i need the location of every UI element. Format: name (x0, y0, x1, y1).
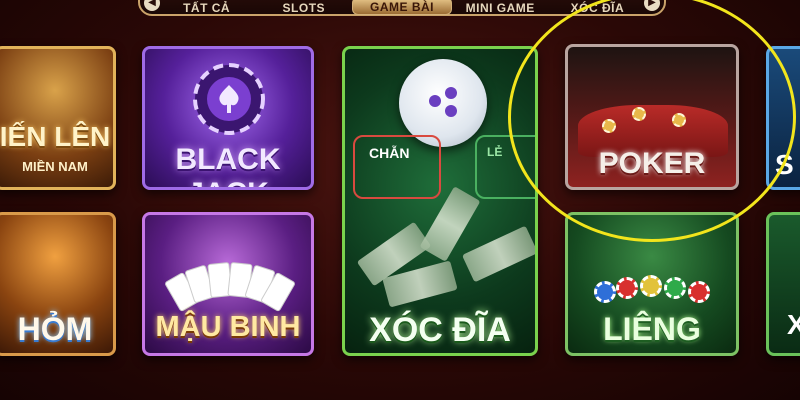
game-tile-poker[interactable]: POKER (565, 44, 739, 190)
bet-area-chan: CHẴN (353, 135, 441, 199)
game-title: HỎM (17, 311, 93, 347)
chip-stack-icon (594, 275, 714, 305)
game-tile-partial-right-bottom[interactable]: X (766, 212, 800, 356)
game-tile-xam[interactable]: HỎM (0, 212, 116, 356)
tab-game-bai[interactable]: GAME BÀI (352, 0, 452, 15)
game-tile-black-jack[interactable]: BLACK JACK (142, 46, 314, 190)
poker-chip-icon (193, 63, 265, 135)
game-title: MẬU BINH (155, 311, 301, 343)
chip-icon (672, 113, 686, 127)
tab-all[interactable]: TẤT CẢ (158, 0, 255, 15)
chip-icon (602, 119, 616, 133)
game-tile-partial-right-top[interactable]: S (766, 46, 800, 190)
bet-area-le: LẺ (475, 135, 535, 199)
game-title: LIÊNG (603, 311, 701, 347)
game-tile-xoc-dia[interactable]: CHẴN LẺ XÓC ĐĨA (342, 46, 538, 356)
game-title: BLACK JACK (175, 143, 281, 187)
tab-slots[interactable]: SLOTS (255, 0, 352, 15)
game-title: IẾN LÊN (0, 121, 111, 152)
playing-cards-icon (163, 261, 297, 313)
chip-icon (632, 107, 646, 121)
game-title: XÓC ĐĨA (369, 311, 511, 349)
game-title: POKER (598, 147, 706, 180)
game-title: X (787, 309, 800, 341)
tab-mini-game[interactable]: MINI GAME (452, 0, 549, 15)
money-bills-icon (355, 186, 535, 308)
game-title: S (775, 149, 794, 180)
chevron-right-icon[interactable]: ▶ (644, 0, 660, 11)
tab-xoc-dia[interactable]: XÓC ĐĨA (549, 0, 646, 15)
dice-bowl-icon (399, 59, 487, 147)
category-tab-bar: ◀ TẤT CẢ SLOTS GAME BÀI MINI GAME XÓC ĐĨ… (138, 0, 666, 16)
game-subtitle: MIỀN NAM (22, 159, 88, 174)
game-tile-tien-len[interactable]: IẾN LÊN MIỀN NAM (0, 46, 116, 190)
game-tile-mau-binh[interactable]: MẬU BINH (142, 212, 314, 356)
game-tile-lieng[interactable]: LIÊNG (565, 212, 739, 356)
